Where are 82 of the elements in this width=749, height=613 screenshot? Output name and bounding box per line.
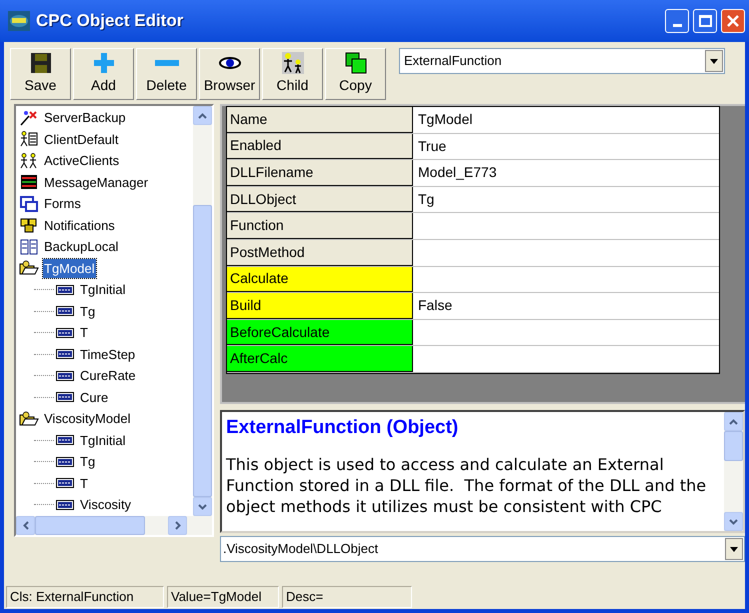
tree-item[interactable]: TimeStep <box>79 344 136 364</box>
tree-item[interactable]: TgModel <box>43 258 96 278</box>
tree-item[interactable]: TgInitial <box>79 430 127 450</box>
tree-item[interactable]: ServerBackup <box>43 108 127 128</box>
variable-icon <box>55 306 75 316</box>
variable-icon <box>55 328 75 338</box>
window-icon <box>19 196 39 212</box>
variable-icon <box>55 500 75 510</box>
variable-icon <box>55 392 75 402</box>
tree-item[interactable]: Cure <box>79 388 110 407</box>
property-value[interactable]: TgModel <box>418 109 472 130</box>
tree-item[interactable]: T <box>79 474 89 493</box>
app-logo-icon <box>8 11 30 31</box>
horizontal-scrollbar[interactable] <box>16 516 212 535</box>
minus-icon <box>154 60 178 66</box>
open-folder-icon <box>19 410 39 427</box>
property-name: DLLObject <box>227 186 413 212</box>
path-combo[interactable]: .ViscosityModel\DLLObject <box>220 536 745 562</box>
tree-item[interactable]: BackupLocal <box>43 237 120 256</box>
variable-icon <box>55 349 75 360</box>
tree-item[interactable]: ViscosityModel <box>43 409 132 428</box>
vertical-scrollbar[interactable] <box>193 106 212 516</box>
window-title: CPC Object Editor <box>36 10 184 32</box>
class-combo[interactable]: ExternalFunction <box>399 48 725 74</box>
toolbar-button[interactable]: Save <box>10 48 71 100</box>
toolbar-button[interactable]: Browser <box>199 48 260 100</box>
property-name: PostMethod <box>227 240 413 266</box>
double-document-icon <box>19 238 39 255</box>
dropdown-arrow-icon <box>710 58 718 64</box>
toolbar-button[interactable]: Delete <box>136 48 197 100</box>
tree-item[interactable]: Viscosity <box>79 495 132 514</box>
tree-item[interactable]: TgInitial <box>79 280 127 300</box>
property-name: AfterCalc <box>227 346 413 372</box>
property-name: BeforeCalculate <box>227 320 413 346</box>
plus-icon <box>92 52 114 74</box>
people-icon <box>19 152 39 169</box>
variable-icon <box>55 370 75 381</box>
tree-item[interactable]: MessageManager <box>43 172 150 192</box>
maximize-button[interactable] <box>693 9 717 33</box>
toolbar-button[interactable]: Copy <box>325 48 386 100</box>
property-value[interactable]: Model_E773 <box>418 162 497 184</box>
tree-item[interactable]: Tg <box>79 452 96 472</box>
people-icon <box>282 52 304 74</box>
open-folder-icon <box>19 260 39 276</box>
variable-icon <box>55 478 75 488</box>
vertical-scrollbar[interactable] <box>724 412 743 531</box>
property-name: Build <box>227 293 413 319</box>
property-value[interactable]: Tg <box>418 189 434 210</box>
tree-item[interactable]: T <box>79 323 89 342</box>
close-icon <box>727 15 739 27</box>
property-value[interactable]: False <box>418 295 452 316</box>
property-name: Enabled <box>227 134 413 160</box>
save-icon <box>30 52 52 74</box>
property-value[interactable]: True <box>418 136 446 157</box>
tree-item[interactable]: Notifications <box>43 216 116 235</box>
dropdown-arrow-icon <box>730 546 738 552</box>
status-panel: Cls: ExternalFunction <box>6 586 164 608</box>
copy-icon <box>344 52 366 74</box>
tree-item[interactable]: ClientDefault <box>43 130 120 149</box>
property-name: DLLFilename <box>227 160 413 186</box>
tree-item[interactable]: Tg <box>79 302 96 321</box>
property-name: Function <box>227 213 413 239</box>
close-button[interactable] <box>721 9 745 33</box>
status-panel: Desc= <box>282 586 412 608</box>
status-panel: Value=TgModel <box>167 586 279 608</box>
description-text: This object is used to access and calculate an External Function stored in a DLL file. The format of the DLL and the object methods it utilizes must be consistent with CPC <box>226 454 708 517</box>
tree-item[interactable]: CureRate <box>79 366 137 386</box>
group-icon <box>19 217 39 234</box>
toolbar-button[interactable]: Add <box>73 48 134 100</box>
property-name: Name <box>227 107 413 133</box>
tree-item[interactable]: Forms <box>43 194 82 214</box>
description-title: ExternalFunction (Object) <box>226 416 460 440</box>
property-name: Calculate <box>227 266 413 292</box>
person-list-icon <box>19 131 39 148</box>
minimize-button[interactable] <box>665 9 689 33</box>
variable-icon <box>55 284 75 295</box>
variable-icon <box>55 435 75 446</box>
tree-item[interactable]: ActiveClients <box>43 151 120 170</box>
wand-icon <box>19 110 39 126</box>
table-icon <box>19 174 39 190</box>
toolbar-button[interactable]: Child <box>262 48 323 100</box>
variable-icon <box>55 456 75 467</box>
